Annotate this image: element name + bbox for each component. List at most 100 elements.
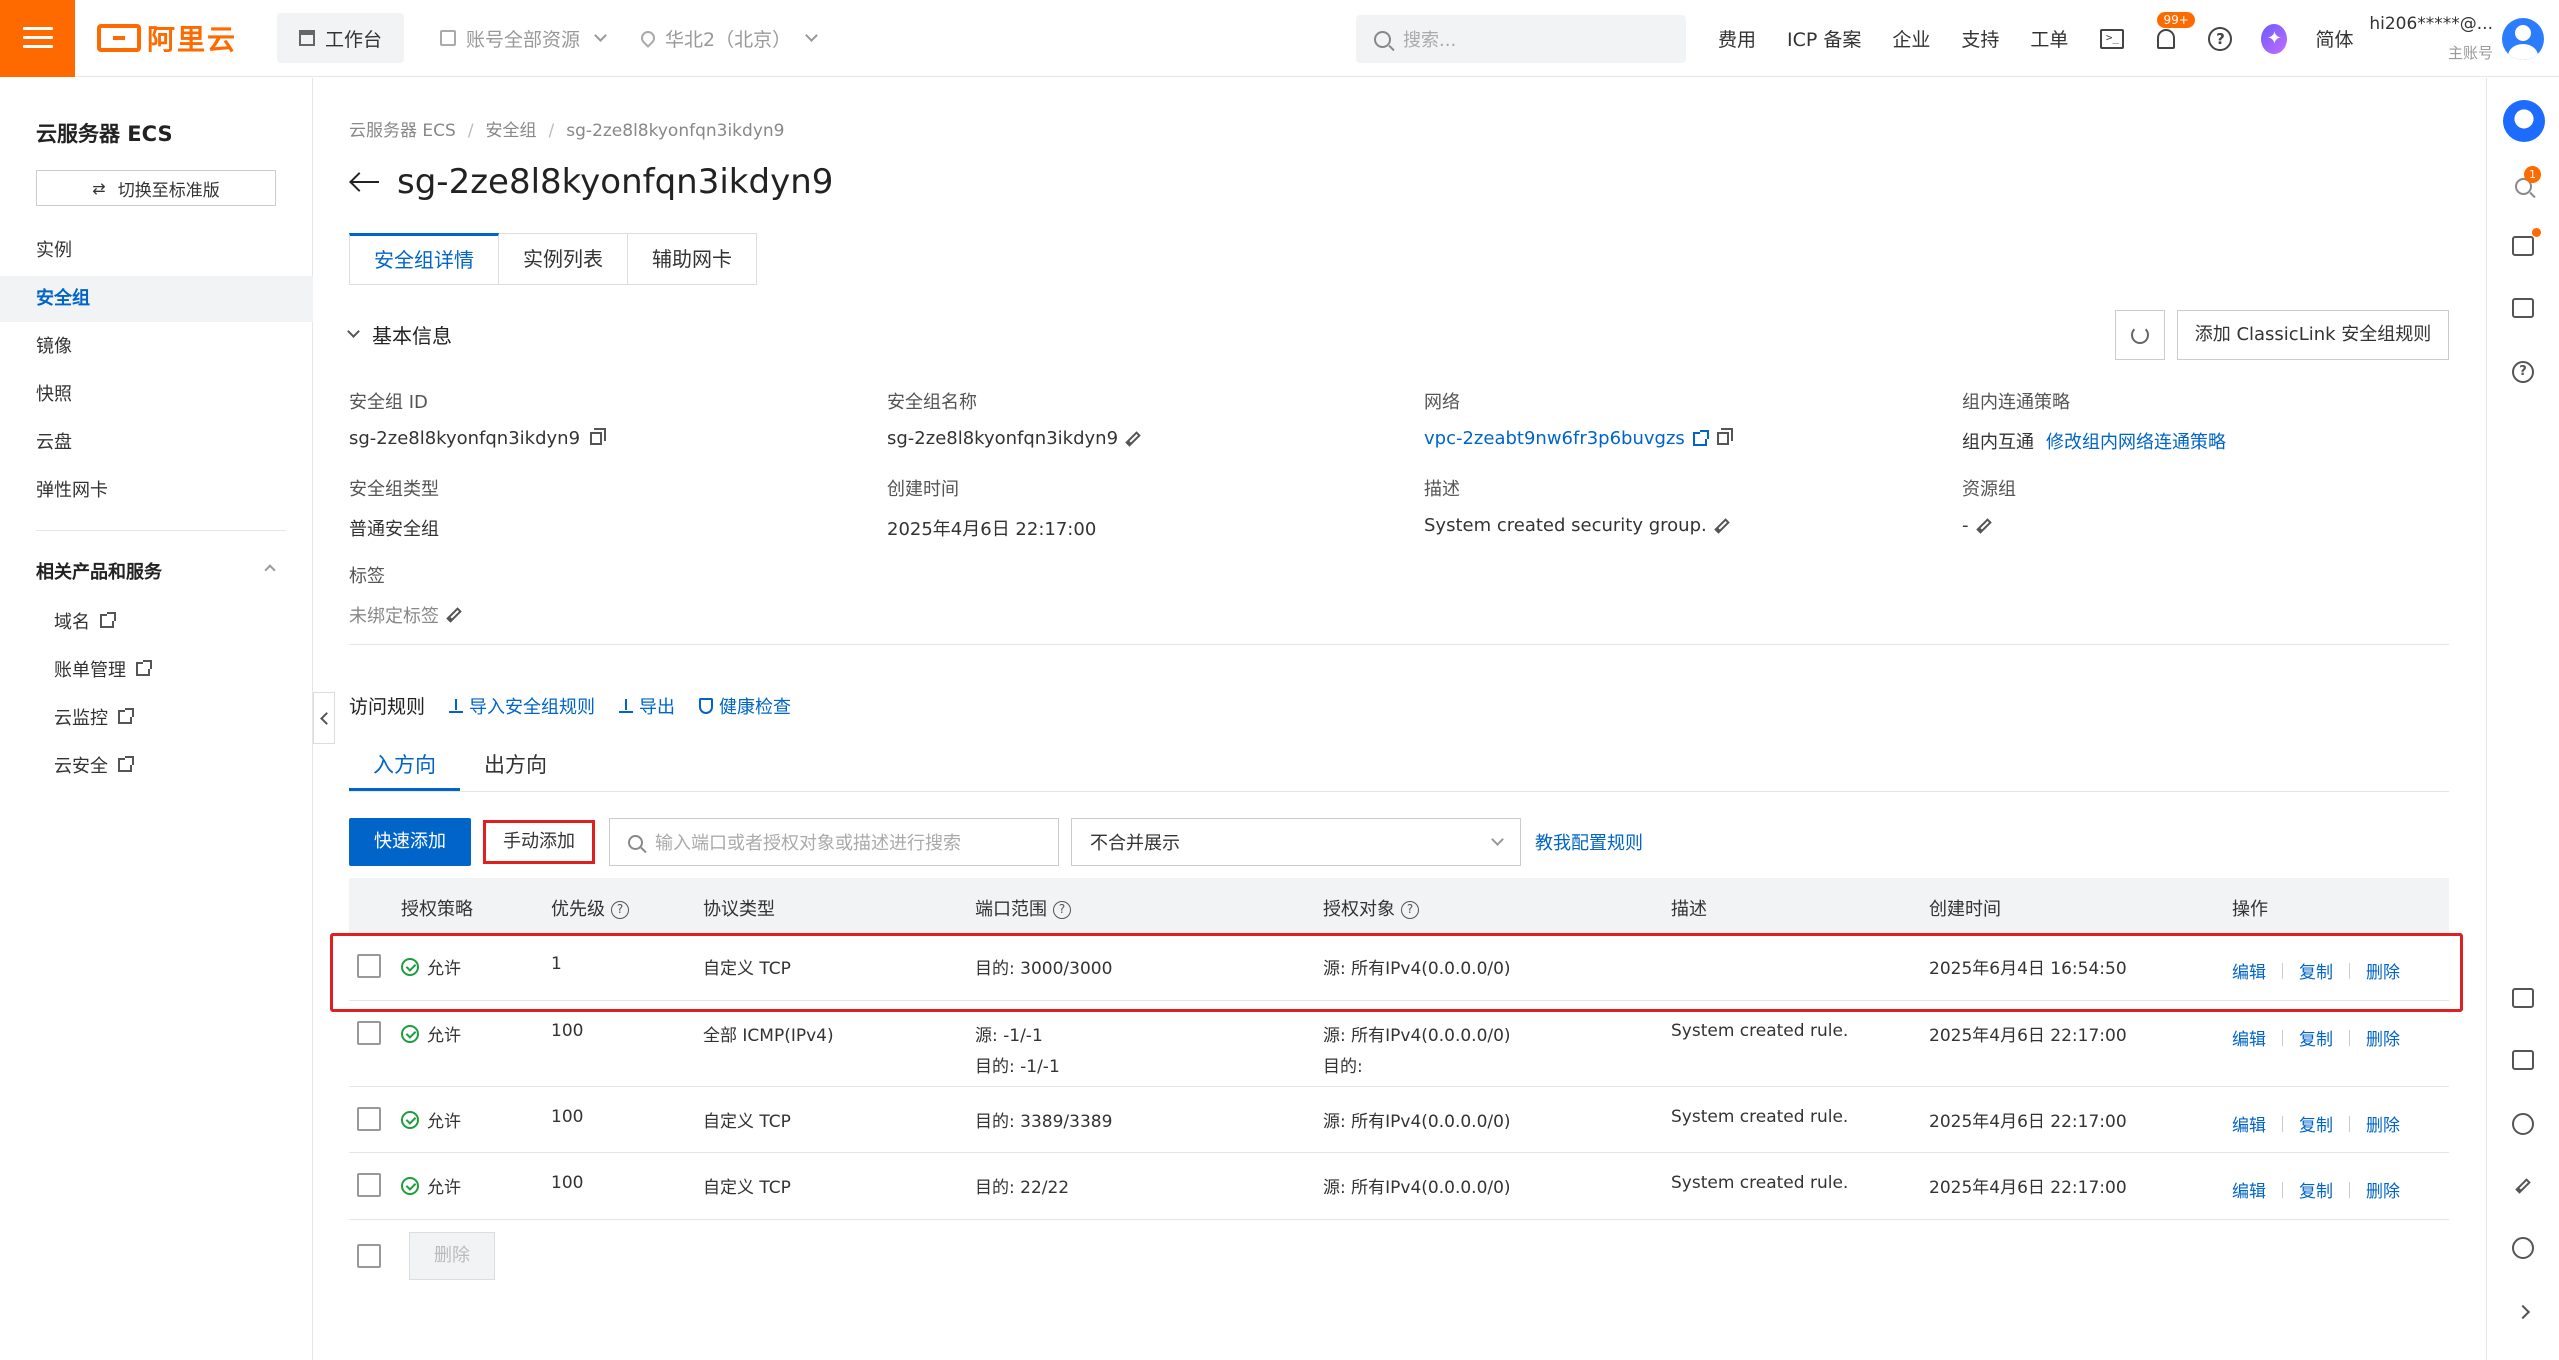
rail-edit-button[interactable] <box>2509 1172 2537 1200</box>
account-scope-dropdown[interactable]: 账号全部资源 <box>440 25 607 52</box>
nav-link-ticket[interactable]: 工单 <box>2030 25 2068 52</box>
sidebar-item-instances[interactable]: 实例 <box>0 228 313 274</box>
menu-button[interactable] <box>0 0 75 77</box>
copy-icon[interactable] <box>1716 428 1733 445</box>
help-icon[interactable]: ? <box>1053 901 1071 919</box>
rail-help-button[interactable]: ? <box>2509 358 2537 386</box>
assistant-robot-icon[interactable] <box>2503 100 2545 142</box>
delete-link[interactable]: 删除 <box>2366 1111 2400 1136</box>
rail-settings-button[interactable] <box>2509 1110 2537 1138</box>
vpc-link[interactable]: vpc-2zeabt9nw6fr3p6buvgzs <box>1424 428 1685 449</box>
help-icon[interactable]: ? <box>1401 901 1419 919</box>
manual-add-button[interactable]: 手动添加 <box>483 820 595 864</box>
export-icon <box>619 698 634 713</box>
table-row: 允许 100 自定义 TCP 目的: 3389/3389 源: 所有IPv4(0… <box>349 1087 2449 1153</box>
edit-icon[interactable] <box>446 607 462 623</box>
copy-icon[interactable] <box>590 428 607 445</box>
tab-outbound[interactable]: 出方向 <box>460 740 571 791</box>
basic-info-toggle[interactable]: 基本信息 <box>347 320 452 349</box>
workbench-button[interactable]: 工作台 <box>277 13 405 63</box>
sidebar-item-images[interactable]: 镜像 <box>0 324 313 370</box>
sidebar-item-disks[interactable]: 云盘 <box>0 420 313 466</box>
import-rules-link[interactable]: 导入安全组规则 <box>449 693 595 719</box>
copy-link[interactable]: 复制 <box>2299 1111 2333 1136</box>
rail-service-button[interactable] <box>2509 1234 2537 1262</box>
check-circle-icon <box>401 1110 419 1129</box>
sidebar-item-security-groups[interactable]: 安全组 <box>0 276 313 322</box>
rail-search-button[interactable]: 1 <box>2509 166 2541 200</box>
logo-text: 阿里云 <box>147 23 238 56</box>
tab-inbound[interactable]: 入方向 <box>349 740 460 791</box>
edit-icon[interactable] <box>1713 517 1730 534</box>
port-cell: 源: -1/-1 目的: -1/-1 <box>975 1021 1060 1077</box>
select-all-checkbox[interactable] <box>357 1244 381 1268</box>
row-checkbox[interactable] <box>357 1021 381 1045</box>
edit-link[interactable]: 编辑 <box>2232 1025 2266 1050</box>
teach-config-link[interactable]: 教我配置规则 <box>1535 829 1643 855</box>
sidebar-link-domain[interactable]: 域名 <box>54 608 116 634</box>
edit-link[interactable]: 编辑 <box>2232 1111 2266 1136</box>
help-button[interactable]: ? <box>2207 26 2233 52</box>
avatar[interactable] <box>2502 18 2544 60</box>
refresh-icon <box>2131 326 2149 344</box>
info-label: 描述 <box>1424 479 1460 500</box>
back-arrow-icon[interactable] <box>349 172 379 192</box>
row-checkbox[interactable] <box>357 1173 381 1197</box>
global-search-input[interactable]: 搜索... <box>1356 15 1686 63</box>
refresh-button[interactable] <box>2115 310 2165 360</box>
switch-standard-button[interactable]: ⇄ 切换至标准版 <box>36 170 276 206</box>
help-icon[interactable]: ? <box>611 901 629 919</box>
tab-secondary-eni[interactable]: 辅助网卡 <box>628 233 757 285</box>
edit-icon[interactable] <box>1975 517 1992 534</box>
tab-instance-list[interactable]: 实例列表 <box>499 233 628 285</box>
check-circle-icon <box>401 1024 419 1043</box>
sidebar-link-cloudmonitor[interactable]: 云监控 <box>54 704 134 730</box>
ai-assistant-button[interactable]: ✦ <box>2261 23 2288 54</box>
delete-link[interactable]: 删除 <box>2366 1177 2400 1202</box>
sidebar-link-security[interactable]: 云安全 <box>54 752 134 778</box>
terminal-icon: >_ <box>2100 28 2125 49</box>
nav-link-support[interactable]: 支持 <box>1961 25 1999 52</box>
nav-link-icp[interactable]: ICP 备案 <box>1787 25 1861 52</box>
breadcrumb-security-groups[interactable]: 安全组 <box>486 121 537 141</box>
language-switch[interactable]: 简体 <box>2315 25 2353 52</box>
edit-icon[interactable] <box>1125 430 1141 447</box>
bulk-delete-button[interactable]: 删除 <box>409 1232 495 1280</box>
info-resource-group: 资源组 - <box>1962 475 2016 536</box>
aliyun-logo[interactable]: 阿里云 <box>97 0 237 77</box>
table-header: 授权策略 优先级? 协议类型 端口范围? 授权对象? 描述 创建时间 操作 <box>349 878 2449 934</box>
quick-add-button[interactable]: 快速添加 <box>349 818 471 866</box>
delete-link[interactable]: 删除 <box>2366 1025 2400 1050</box>
copy-link[interactable]: 复制 <box>2299 1177 2333 1202</box>
breadcrumb-ecs[interactable]: 云服务器 ECS <box>349 121 456 141</box>
rail-cart-button[interactable] <box>2509 984 2537 1012</box>
sidebar-collapse-button[interactable] <box>313 692 335 744</box>
rail-expand-button[interactable] <box>2509 1298 2537 1326</box>
sidebar-link-billing[interactable]: 账单管理 <box>54 656 152 682</box>
nav-link-enterprise[interactable]: 企业 <box>1892 25 1930 52</box>
copy-link[interactable]: 复制 <box>2299 1025 2333 1050</box>
related-products-toggle[interactable]: 相关产品和服务 <box>36 558 286 584</box>
region-dropdown[interactable]: 华北2（北京） <box>638 25 819 52</box>
rules-search-input[interactable]: 输入端口或者授权对象或描述进行搜索 <box>609 818 1059 866</box>
sidebar-item-snapshots[interactable]: 快照 <box>0 372 313 418</box>
merge-display-select[interactable]: 不合并展示 <box>1071 818 1521 866</box>
rail-list-button[interactable] <box>2509 294 2537 322</box>
cloud-shell-button[interactable]: >_ <box>2099 26 2125 52</box>
nav-link-fees[interactable]: 费用 <box>1718 25 1756 52</box>
rail-docs-button[interactable] <box>2509 228 2541 260</box>
rail-app-button[interactable] <box>2509 1046 2537 1074</box>
user-account[interactable]: hi206*****@... 主账号 <box>2368 14 2493 63</box>
sidebar-item-eni[interactable]: 弹性网卡 <box>0 468 313 514</box>
export-link[interactable]: 导出 <box>619 693 675 719</box>
tab-sg-details[interactable]: 安全组详情 <box>349 233 499 285</box>
info-label: 标签 <box>349 566 385 587</box>
add-classiclink-button[interactable]: 添加 ClassicLink 安全组规则 <box>2177 310 2449 360</box>
health-check-link[interactable]: 健康检查 <box>699 693 791 719</box>
notification-button[interactable]: 99+ <box>2153 11 2195 52</box>
chevron-down-icon <box>805 28 819 42</box>
edit-link[interactable]: 编辑 <box>2232 1177 2266 1202</box>
modify-intra-policy-link[interactable]: 修改组内网络连通策略 <box>2046 428 2226 454</box>
external-link-icon[interactable] <box>1692 429 1709 446</box>
row-checkbox[interactable] <box>357 1107 381 1131</box>
